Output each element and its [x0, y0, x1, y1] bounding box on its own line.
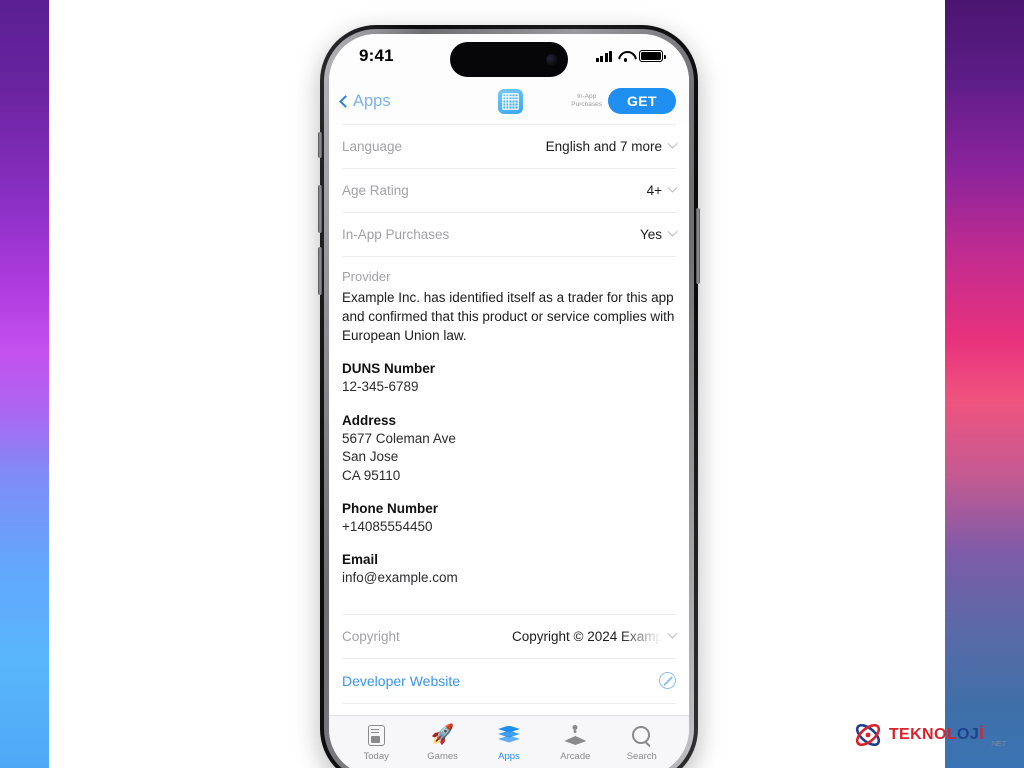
today-icon — [367, 724, 385, 747]
gradient-strip-left — [0, 0, 49, 768]
tab-arcade[interactable]: Arcade — [546, 724, 604, 762]
status-time: 9:41 — [359, 46, 394, 65]
app-detail-content[interactable]: Language English and 7 more Age Rating 4… — [329, 124, 689, 715]
tab-label: Today — [363, 751, 389, 762]
detail-heading: Phone Number — [342, 500, 439, 516]
navigation-bar: Apps In-App Purchases GET — [329, 78, 689, 124]
tab-label: Arcade — [560, 751, 591, 762]
signal-icon — [595, 50, 612, 62]
provider-title: Provider — [342, 269, 391, 284]
detail-group-address: Address 5677 Coleman Ave San Jose CA 951… — [342, 413, 676, 485]
back-button-label: Apps — [353, 91, 391, 110]
gradient-strip-right — [945, 0, 1024, 768]
detail-group-phone: Phone Number +14085554450 — [342, 501, 676, 536]
external-link-icon[interactable] — [659, 672, 676, 690]
watermark-text: TEKNOLOJİ — [889, 726, 984, 744]
info-row-right: English and 7 more — [545, 138, 678, 154]
tab-label: Games — [427, 751, 458, 762]
detail-heading: DUNS Number — [342, 361, 436, 377]
tab-games[interactable]: 🚀 Games — [414, 724, 472, 762]
watermark: TEKNOLOJİ .NET — [853, 720, 1006, 750]
volume-up-button[interactable] — [318, 185, 322, 233]
info-row-value: Yes — [639, 227, 662, 242]
power-button[interactable] — [696, 208, 700, 284]
chevron-left-icon — [339, 94, 352, 108]
detail-line: 5677 Coleman Ave — [342, 430, 456, 446]
developer-website-link[interactable]: Developer Website — [342, 673, 460, 689]
detail-group-duns: DUNS Number 12-345-6789 — [342, 361, 676, 396]
info-row-value: Copyright © 2024 Example I — [512, 628, 662, 644]
watermark-text-part3: İ — [979, 726, 985, 743]
info-row-right: Copyright © 2024 Example I — [512, 628, 678, 644]
detail-heading: Email — [342, 552, 379, 568]
divider — [342, 702, 676, 704]
dynamic-island — [450, 42, 568, 77]
detail-line: 12-345-6789 — [342, 379, 419, 395]
chevron-down-icon — [667, 138, 678, 149]
info-row-copyright[interactable]: Copyright Copyright © 2024 Example I — [342, 615, 678, 658]
info-row-label: Language — [342, 139, 403, 154]
detail-line: CA 95110 — [342, 467, 401, 483]
watermark-tld: .NET — [990, 741, 1006, 748]
tab-apps[interactable]: Apps — [480, 724, 538, 762]
info-row-right: 4+ — [646, 182, 678, 198]
info-row-in-app-purchases[interactable]: In-App Purchases Yes — [342, 213, 678, 256]
phone-screen: 9:41 Apps In-App Purchases GET Language … — [329, 34, 689, 768]
detail-group-email: Email info@example.com — [342, 552, 676, 587]
detail-heading: Address — [342, 412, 397, 428]
tab-label: Search — [626, 751, 657, 762]
apps-stack-icon — [497, 724, 520, 747]
front-camera-icon — [546, 53, 558, 66]
info-row-right: Yes — [639, 226, 678, 242]
iphone-mockup: 9:41 Apps In-App Purchases GET Language … — [318, 25, 700, 768]
watermark-text-part2: OJ — [957, 726, 980, 743]
info-row-age-rating[interactable]: Age Rating 4+ — [342, 169, 678, 212]
arcade-joystick-icon — [564, 724, 586, 747]
detail-line: +14085554450 — [342, 518, 433, 534]
tab-today[interactable]: Today — [347, 724, 405, 762]
app-icon[interactable] — [498, 88, 524, 114]
info-row-value: English and 7 more — [545, 139, 662, 154]
info-row-label: In-App Purchases — [342, 227, 450, 242]
in-app-purchases-note: In-App Purchases — [571, 92, 603, 108]
volume-down-button[interactable] — [318, 247, 322, 295]
tab-search[interactable]: Search — [613, 724, 671, 762]
status-icons — [595, 50, 666, 62]
info-row-label: Age Rating — [342, 183, 409, 198]
battery-icon — [639, 50, 666, 62]
back-button[interactable]: Apps — [339, 92, 391, 111]
info-row-value: 4+ — [646, 183, 662, 198]
games-rocket-icon: 🚀 — [430, 724, 455, 747]
tab-bar: Today 🚀 Games Apps Arcade Search — [329, 715, 689, 768]
status-bar: 9:41 — [329, 34, 689, 78]
provider-section: Provider Example Inc. has identified its… — [342, 257, 676, 592]
silent-switch[interactable] — [318, 132, 322, 158]
chevron-down-icon — [667, 182, 678, 193]
detail-line: San Jose — [342, 449, 399, 465]
teknoloji-atom-logo — [853, 720, 883, 750]
developer-website-row[interactable]: Developer Website — [342, 659, 676, 703]
detail-line: info@example.com — [342, 570, 458, 586]
wifi-icon — [618, 51, 633, 62]
watermark-text-part1: TEKNOL — [888, 726, 958, 743]
search-icon — [632, 724, 651, 747]
chevron-down-icon — [667, 628, 678, 639]
chevron-down-icon — [667, 226, 678, 237]
info-row-language[interactable]: Language English and 7 more — [342, 125, 678, 168]
tab-label: Apps — [498, 751, 520, 762]
info-row-label: Copyright — [342, 628, 400, 644]
get-button[interactable]: GET — [608, 88, 676, 114]
provider-statement: Example Inc. has identified itself as a … — [342, 290, 675, 344]
